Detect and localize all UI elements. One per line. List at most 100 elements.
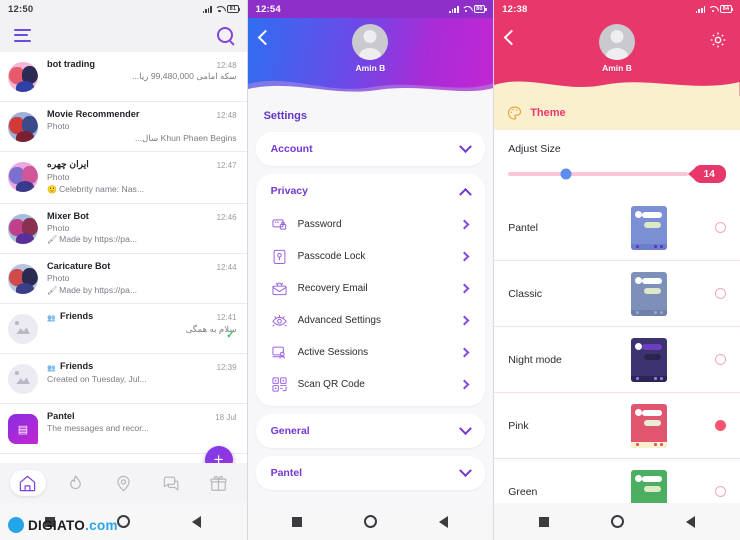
chevron-right-icon[interactable] [459, 347, 470, 357]
section-header-general[interactable]: General [256, 414, 486, 448]
nav-gift[interactable] [201, 470, 237, 496]
home-icon [20, 475, 36, 491]
palette-icon [508, 106, 522, 120]
theme-list[interactable]: Pantel Classic Night mode Pink Green [494, 195, 740, 525]
hamburger-menu-icon[interactable] [14, 28, 31, 42]
settings-item[interactable]: Password [256, 208, 486, 240]
back-chevron-icon[interactable] [257, 29, 273, 46]
settings-item[interactable]: Passcode Lock [256, 240, 486, 272]
chevron-right-icon[interactable] [459, 379, 470, 389]
slider-thumb[interactable] [560, 168, 572, 180]
status-time: 12:50 [8, 3, 34, 15]
chat-preview: 🖌 Made by https://pa... [47, 284, 138, 295]
bot-avatar[interactable] [8, 162, 38, 193]
back-chevron-icon[interactable] [503, 29, 520, 46]
chat-list-item[interactable]: ▤ Pantel The messages and recor... 18 Jul [0, 404, 247, 455]
settings-header: Amin B [247, 18, 494, 96]
home-button-icon[interactable] [364, 515, 378, 528]
chat-title: bot trading [47, 59, 95, 69]
chevron-right-icon[interactable] [459, 251, 470, 261]
nav-location-pin[interactable] [105, 470, 141, 496]
chat-list-item[interactable]: Caricature Bot Photo 🖌 Made by https://pa..… [0, 254, 247, 305]
bottom-navigation[interactable] [0, 463, 247, 503]
pantel-avatar[interactable]: ▤ [8, 414, 38, 445]
nav-home[interactable] [9, 470, 46, 496]
nav-flame[interactable] [58, 470, 94, 496]
chevron-down-icon[interactable] [459, 463, 473, 477]
theme-name: Green [508, 485, 538, 498]
chevron-down-icon[interactable] [459, 421, 473, 435]
chat-list-item[interactable]: 👥 Friends سلام به همگی 12:41 ✓ [0, 304, 247, 355]
slider-track[interactable] [508, 168, 688, 180]
theme-radio[interactable] [714, 486, 726, 497]
chat-list-item[interactable]: 👥 Friends Created on Tuesday, Jul... 12:39 [0, 354, 247, 405]
back-button-icon[interactable] [685, 515, 695, 528]
placeholder-avatar[interactable] [8, 314, 38, 345]
home-button-icon[interactable] [117, 515, 131, 528]
recents-icon[interactable] [538, 516, 549, 527]
bot-avatar[interactable] [8, 62, 38, 92]
settings-section: Account [255, 132, 486, 166]
chat-timestamp: 12:48 [216, 111, 237, 120]
location-pin-icon [117, 475, 130, 491]
nav-chat[interactable] [153, 470, 189, 496]
chat-list-item[interactable]: Mixer Bot Photo 🖌 Made by https://pa... 12:4… [0, 204, 247, 254]
chevron-down-icon[interactable] [459, 139, 473, 153]
theme-band-label: Theme [530, 107, 566, 119]
avatar[interactable] [598, 24, 635, 60]
signal-icon [695, 5, 706, 13]
chevron-right-icon[interactable] [459, 283, 470, 293]
back-button-icon[interactable] [192, 515, 202, 528]
chevron-right-icon[interactable] [459, 315, 470, 325]
chat-preview: سکه امامی 99,480,000 ریا... [132, 71, 237, 81]
home-button-icon[interactable] [610, 515, 624, 528]
section-label: Privacy [270, 185, 308, 197]
theme-option-row[interactable]: Classic [494, 261, 740, 327]
chat-list-item[interactable]: bot trading سکه امامی 99,480,000 ریا... 12… [0, 52, 247, 102]
avatar[interactable] [352, 24, 389, 60]
settings-item[interactable]: Advanced Settings [256, 304, 486, 336]
three-panel-screenshot: 12:50 81 bot trading سکه امامی 99,480,000… [0, 0, 740, 540]
left-top-bar [0, 18, 247, 52]
settings-item[interactable]: Recovery Email [256, 272, 486, 304]
status-bar-left: 12:50 81 [0, 0, 247, 18]
section-header-privacy[interactable]: Privacy [256, 174, 486, 208]
settings-item-label: Active Sessions [297, 346, 369, 358]
chat-icon [163, 476, 178, 490]
flame-icon [70, 474, 81, 489]
section-header-account[interactable]: Account [256, 132, 486, 166]
bot-avatar[interactable] [8, 213, 38, 244]
chevron-right-icon[interactable] [459, 219, 470, 229]
size-value-badge: 14 [692, 165, 726, 183]
theme-radio[interactable] [714, 354, 726, 365]
chat-list-item[interactable]: Movie Recommender Photo Khun Phaen Begins … [0, 102, 247, 153]
back-button-icon[interactable] [439, 515, 449, 528]
section-label: Account [270, 143, 313, 155]
bot-avatar[interactable] [8, 112, 38, 142]
placeholder-avatar[interactable] [8, 364, 38, 395]
chat-list-item[interactable]: ایران چهره Photo 🙂 Celebrity name: Nas... 12… [0, 152, 247, 204]
bot-avatar[interactable] [8, 263, 38, 294]
theme-option-row[interactable]: Pantel [494, 195, 740, 261]
settings-item[interactable]: Scan QR Code [256, 368, 486, 400]
battery-icon: 81 [227, 4, 240, 14]
preview-emoji-icon: 🙂 [47, 184, 57, 194]
gear-icon[interactable] [708, 30, 728, 50]
theme-option-row[interactable]: Pink [494, 393, 740, 459]
chat-preview: 🙂 Celebrity name: Nas... [47, 183, 144, 194]
settings-item[interactable]: Active Sessions [256, 336, 486, 368]
search-icon[interactable] [216, 27, 233, 43]
settings-section: Pantel [255, 456, 486, 490]
size-slider[interactable]: 14 [494, 155, 740, 195]
group-icon: 👥 [47, 315, 56, 323]
theme-radio[interactable] [714, 288, 726, 299]
theme-radio[interactable] [714, 222, 726, 233]
recents-icon[interactable] [292, 516, 303, 527]
theme-option-row[interactable]: Night mode [494, 327, 740, 393]
chat-list[interactable]: bot trading سکه امامی 99,480,000 ریا... 12… [0, 52, 247, 477]
recovery-email-icon [272, 282, 287, 295]
section-header-pantel[interactable]: Pantel [256, 456, 486, 490]
signal-icon [449, 5, 459, 13]
theme-radio[interactable] [714, 420, 726, 431]
chevron-up-icon[interactable] [459, 187, 473, 201]
